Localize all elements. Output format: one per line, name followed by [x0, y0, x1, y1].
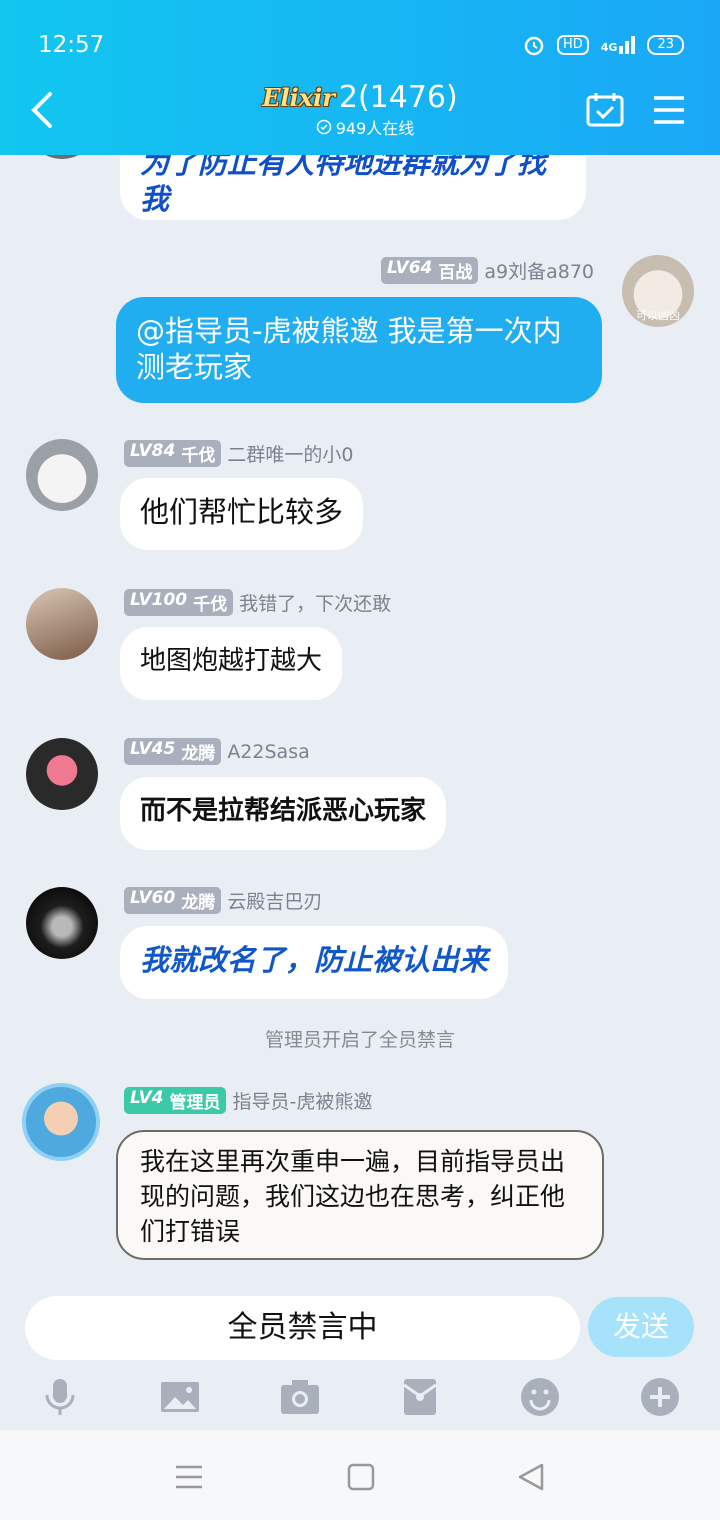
calendar-check-icon[interactable] [586, 91, 624, 127]
level-tag: LV45 龙腾 [124, 738, 222, 765]
check-circle-icon [316, 119, 331, 135]
level-tag: LV100 千伐 [124, 589, 234, 616]
sender-meta: LV100 千伐 我错了，下次还敢 [124, 589, 391, 616]
network-icon: 4G [601, 36, 636, 54]
sender-meta: LV64 百战 a9刘备a870 [381, 257, 594, 284]
message-bubble[interactable]: 我就改名了，防止被认出来 [120, 926, 509, 999]
level-tag: LV64 百战 [381, 257, 479, 284]
sender-name[interactable]: 指导员-虎被熊邀 [232, 1087, 372, 1114]
home-icon[interactable] [346, 1463, 376, 1491]
sender-name[interactable]: A22Sasa [227, 741, 309, 763]
game-logo: Elixir [262, 83, 335, 112]
level-tag: LV60 龙腾 [124, 887, 222, 914]
sender-name[interactable]: 我错了，下次还敢 [239, 589, 391, 616]
image-icon[interactable] [160, 1377, 200, 1417]
send-button[interactable]: 发送 [588, 1297, 694, 1357]
status-time: 12:57 [38, 32, 105, 58]
menu-icon[interactable] [652, 95, 686, 125]
message-bubble[interactable]: 为了防止有人特地进群就为了找我 [120, 155, 586, 220]
red-packet-icon[interactable] [400, 1377, 440, 1417]
plus-icon[interactable] [640, 1377, 680, 1417]
sender-meta: LV4 管理员 指导员-虎被熊邀 [124, 1087, 372, 1114]
avatar[interactable] [26, 588, 98, 660]
status-bar: 12:57 HD 4G 23 [38, 28, 684, 62]
system-nav-bar [0, 1430, 720, 1520]
avatar[interactable] [26, 887, 98, 959]
input-bar: 全员禁言中 发送 [0, 1285, 720, 1430]
message-bubble[interactable]: @指导员-虎被熊邀 我是第一次内测老玩家 [116, 297, 602, 403]
message-input[interactable]: 全员禁言中 [25, 1296, 580, 1360]
level-tag: LV4 管理员 [124, 1087, 227, 1114]
emoji-icon[interactable] [520, 1377, 560, 1417]
alarm-icon [524, 36, 544, 56]
sender-name[interactable]: 云殿吉巴刃 [227, 887, 322, 914]
avatar[interactable] [26, 155, 98, 159]
message-bubble[interactable]: 我在这里再次重申一遍，目前指导员出现的问题，我们这边也在思考，纠正他们打错误 [116, 1130, 604, 1260]
camera-icon[interactable] [280, 1377, 320, 1417]
chat-list[interactable]: 为了防止有人特地进群就为了找我 LV64 百战 a9刘备a870 可以凶凶 @指导… [0, 155, 720, 1285]
sender-meta: LV84 千伐 二群唯一的小0 [124, 440, 353, 467]
sender-meta: LV45 龙腾 A22Sasa [124, 738, 310, 765]
recent-apps-icon[interactable] [174, 1463, 204, 1491]
microphone-icon[interactable] [40, 1377, 80, 1417]
sender-name[interactable]: a9刘备a870 [484, 257, 594, 284]
message-bubble[interactable]: 地图炮越打越大 [120, 627, 343, 700]
avatar[interactable] [22, 1083, 100, 1161]
sender-name[interactable]: 二群唯一的小0 [227, 440, 353, 467]
status-icons: HD 4G 23 [523, 34, 684, 56]
avatar[interactable] [26, 439, 98, 511]
hd-badge: HD [556, 35, 589, 55]
avatar[interactable]: 可以凶凶 [622, 255, 694, 327]
level-tag: LV84 千伐 [124, 440, 222, 467]
message-bubble[interactable]: 他们帮忙比较多 [120, 478, 364, 550]
toolbar [0, 1373, 720, 1423]
battery-icon: 23 [647, 35, 684, 55]
avatar-caption: 可以凶凶 [636, 309, 680, 322]
sender-meta: LV60 龙腾 云殿吉巴刃 [124, 887, 322, 914]
message-bubble[interactable]: 而不是拉帮结派恶心玩家 [120, 777, 447, 850]
back-triangle-icon[interactable] [516, 1463, 546, 1491]
group-title: 2(1476) [338, 80, 458, 115]
top-header: 12:57 HD 4G 23 Elixir 2(1476) 949人在线 [0, 0, 720, 155]
avatar[interactable] [26, 738, 98, 810]
system-notice: 管理员开启了全员禁言 [264, 1029, 455, 1051]
